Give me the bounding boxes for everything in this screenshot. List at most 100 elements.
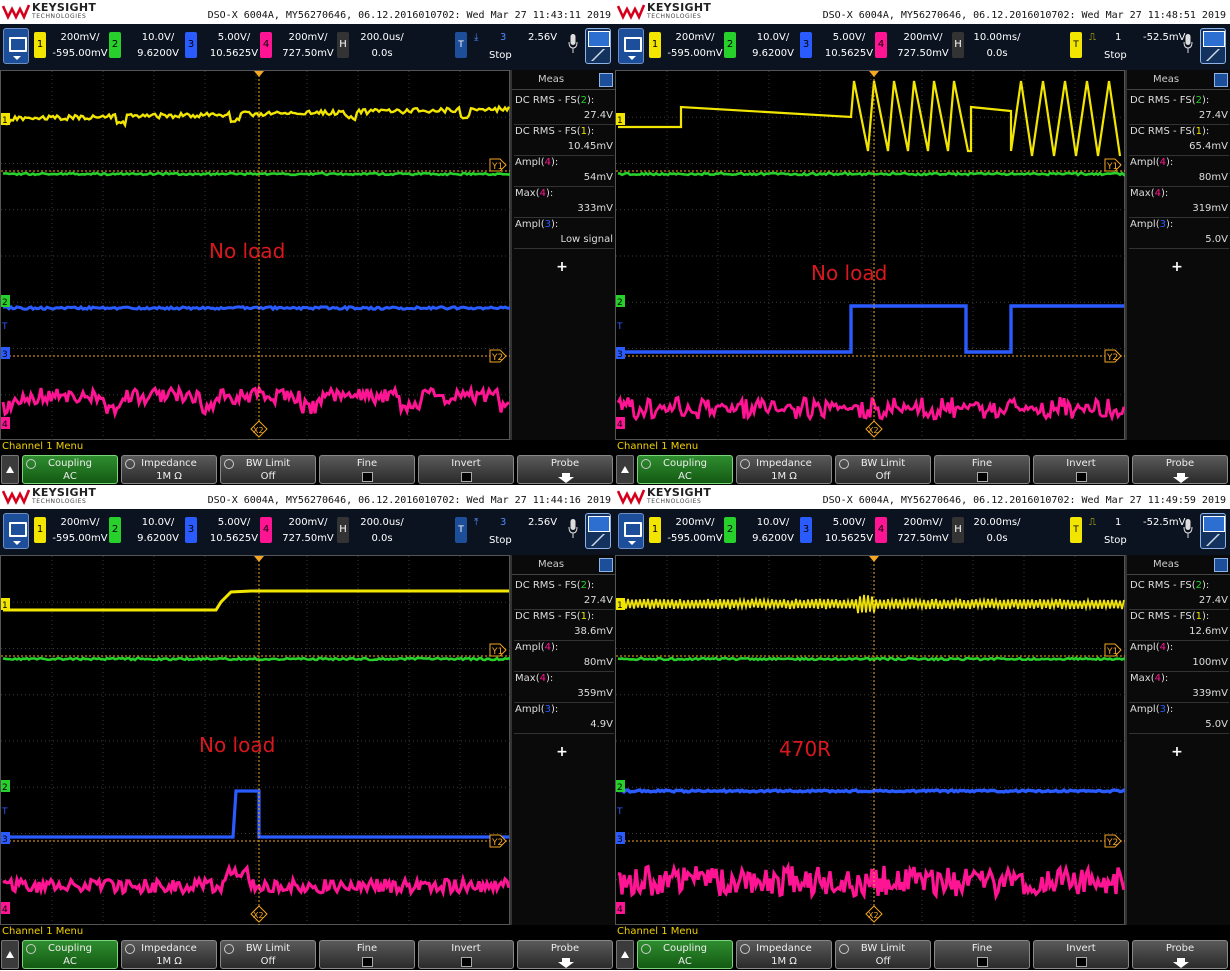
channel-1-scale[interactable]: 200mV/ -595.00mV (663, 30, 727, 62)
ch3-ground-marker[interactable]: 3 (1, 832, 10, 845)
measurement-item[interactable]: Ampl(4): 54mV (514, 156, 614, 187)
channel-2-scale[interactable]: 10.0V/9.6200V (126, 515, 190, 547)
channel-3-scale[interactable]: 5.00V/10.5625V (202, 515, 266, 547)
fine-softkey[interactable]: Fine (319, 455, 415, 484)
channel-2-scale[interactable]: 10.0V/9.6200V (741, 30, 805, 62)
impedance-softkey[interactable]: Impedance 1M Ω (736, 455, 832, 484)
channel-4-button[interactable]: 4 (875, 32, 887, 58)
ch1-ground-marker[interactable]: 1 (1, 113, 10, 126)
add-measurement-button[interactable]: + (1127, 259, 1227, 275)
ch2-ground-marker[interactable]: 2 (1, 780, 10, 793)
coupling-softkey[interactable]: Coupling AC (22, 455, 118, 484)
main-menu-button[interactable] (618, 28, 644, 64)
channel-1-scale[interactable]: 200mV/ -595.00mV (663, 515, 727, 547)
trigger-button[interactable]: T (1070, 517, 1082, 543)
channel-4-scale[interactable]: 200mV/727.50mV (276, 515, 340, 547)
probe-softkey[interactable]: Probe (1132, 940, 1228, 969)
measurement-item[interactable]: Max(4): 319mV (1129, 187, 1229, 218)
microphone-icon[interactable] (568, 34, 578, 54)
ch4-ground-marker[interactable]: 4 (1, 902, 10, 915)
channel-3-scale[interactable]: 5.00V/10.5625V (817, 515, 881, 547)
add-measurement-button[interactable]: + (512, 744, 612, 760)
waveform-display[interactable]: Y1 Y2 X2 1 2 3 4 T 470R (615, 555, 1126, 926)
measurement-item[interactable]: Ampl(3): 5.0V (1129, 218, 1229, 249)
measurement-item[interactable]: Ampl(4): 100mV (1129, 641, 1229, 672)
ch3-ground-marker[interactable]: 3 (616, 347, 625, 360)
ch2-ground-marker[interactable]: 2 (616, 295, 625, 308)
horizontal-scale[interactable]: 20.00ms/0.0s (965, 515, 1029, 547)
channel-1-scale[interactable]: 200mV/ -595.00mV (48, 515, 112, 547)
trigger-button[interactable]: T (455, 517, 467, 543)
channel-1-button[interactable]: 1 (649, 517, 661, 543)
measurement-item[interactable]: Ampl(3): 4.9V (514, 703, 614, 734)
measurement-item[interactable]: Ampl(4): 80mV (514, 641, 614, 672)
screen-capture-button[interactable] (585, 513, 611, 549)
microphone-icon[interactable] (568, 519, 578, 539)
measurement-item[interactable]: Max(4): 333mV (514, 187, 614, 218)
horizontal-button[interactable]: H (952, 517, 964, 543)
fine-softkey[interactable]: Fine (934, 940, 1030, 969)
screen-capture-button[interactable] (1200, 28, 1226, 64)
meas-menu-icon[interactable] (1214, 73, 1228, 87)
horizontal-scale[interactable]: 200.0us/0.0s (350, 515, 414, 547)
microphone-icon[interactable] (1183, 34, 1193, 54)
channel-2-button[interactable]: 2 (724, 517, 736, 543)
invert-softkey[interactable]: Invert (1033, 940, 1129, 969)
invert-softkey[interactable]: Invert (1033, 455, 1129, 484)
waveform-display[interactable]: Y1 Y2 X2 1 2 3 4 T No load (0, 70, 511, 441)
horizontal-button[interactable]: H (337, 32, 349, 58)
probe-softkey[interactable]: Probe (517, 455, 613, 484)
impedance-softkey[interactable]: Impedance 1M Ω (121, 455, 217, 484)
meas-menu-icon[interactable] (1214, 558, 1228, 572)
horizontal-scale[interactable]: 10.00ms/0.0s (965, 30, 1029, 62)
impedance-softkey[interactable]: Impedance 1M Ω (121, 940, 217, 969)
bw-limit-softkey[interactable]: BW Limit Off (220, 455, 316, 484)
add-measurement-button[interactable]: + (1127, 744, 1227, 760)
back-button[interactable] (1, 940, 19, 969)
channel-3-button[interactable]: 3 (800, 517, 812, 543)
back-button[interactable] (616, 940, 634, 969)
screen-capture-button[interactable] (1200, 513, 1226, 549)
channel-2-button[interactable]: 2 (724, 32, 736, 58)
channel-4-button[interactable]: 4 (260, 517, 272, 543)
channel-4-scale[interactable]: 200mV/727.50mV (891, 515, 955, 547)
measurement-item[interactable]: Ampl(3): Low signal (514, 218, 614, 249)
main-menu-button[interactable] (3, 513, 29, 549)
waveform-display[interactable]: Y1 Y2 X2 1 2 3 4 T No load (0, 555, 511, 926)
impedance-softkey[interactable]: Impedance 1M Ω (736, 940, 832, 969)
channel-2-button[interactable]: 2 (109, 32, 121, 58)
channel-2-button[interactable]: 2 (109, 517, 121, 543)
ch4-ground-marker[interactable]: 4 (1, 417, 10, 430)
meas-menu-icon[interactable] (599, 73, 613, 87)
main-menu-button[interactable] (3, 28, 29, 64)
ch1-ground-marker[interactable]: 1 (616, 598, 625, 611)
channel-4-button[interactable]: 4 (875, 517, 887, 543)
bw-limit-softkey[interactable]: BW Limit Off (220, 940, 316, 969)
trigger-button[interactable]: T (455, 32, 467, 58)
coupling-softkey[interactable]: Coupling AC (637, 455, 733, 484)
measurement-item[interactable]: DC RMS - FS(2): 27.4V (514, 94, 614, 125)
channel-1-button[interactable]: 1 (34, 32, 46, 58)
channel-1-button[interactable]: 1 (649, 32, 661, 58)
channel-3-button[interactable]: 3 (185, 32, 197, 58)
measurement-item[interactable]: DC RMS - FS(2): 27.4V (514, 579, 614, 610)
ch1-ground-marker[interactable]: 1 (1, 598, 10, 611)
measurement-item[interactable]: Max(4): 359mV (514, 672, 614, 703)
screen-capture-button[interactable] (585, 28, 611, 64)
channel-4-scale[interactable]: 200mV/727.50mV (891, 30, 955, 62)
measurement-item[interactable]: Ampl(3): 5.0V (1129, 703, 1229, 734)
coupling-softkey[interactable]: Coupling AC (22, 940, 118, 969)
waveform-display[interactable]: Y1 Y2 X2 1 2 3 4 T No load (615, 70, 1126, 441)
horizontal-scale[interactable]: 200.0us/0.0s (350, 30, 414, 62)
back-button[interactable] (1, 455, 19, 484)
ch2-ground-marker[interactable]: 2 (616, 780, 625, 793)
fine-softkey[interactable]: Fine (934, 455, 1030, 484)
channel-3-button[interactable]: 3 (800, 32, 812, 58)
measurement-item[interactable]: Ampl(4): 80mV (1129, 156, 1229, 187)
channel-2-scale[interactable]: 10.0V/9.6200V (126, 30, 190, 62)
channel-3-scale[interactable]: 5.00V/10.5625V (817, 30, 881, 62)
horizontal-button[interactable]: H (337, 517, 349, 543)
ch4-ground-marker[interactable]: 4 (616, 417, 625, 430)
microphone-icon[interactable] (1183, 519, 1193, 539)
probe-softkey[interactable]: Probe (1132, 455, 1228, 484)
